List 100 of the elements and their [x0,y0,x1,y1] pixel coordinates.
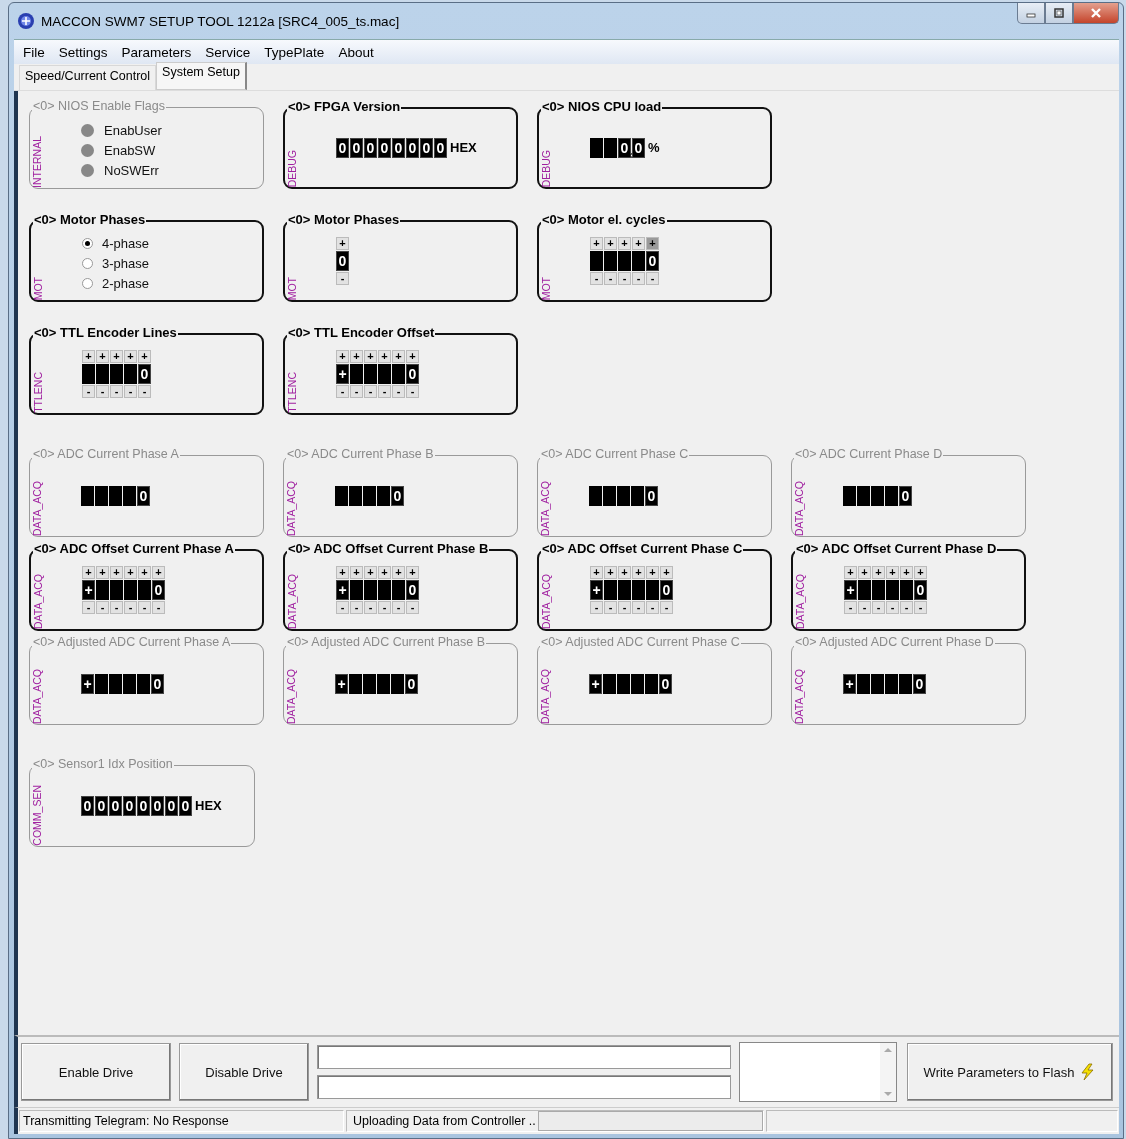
decrement-button[interactable]: - [82,385,95,398]
radio-label[interactable]: 4-phase [102,235,149,251]
increment-button[interactable]: + [336,566,349,579]
decrement-button[interactable]: - [364,601,377,614]
decrement-button[interactable]: - [336,272,349,285]
increment-button[interactable]: + [604,566,617,579]
decrement-button[interactable]: - [844,601,857,614]
radio-button[interactable] [82,277,93,289]
drive-button[interactable]: Enable Drive [21,1043,171,1101]
decrement-button[interactable]: - [406,601,419,614]
increment-button[interactable]: + [124,350,137,363]
increment-button[interactable]: + [604,237,617,250]
increment-button[interactable]: + [618,237,631,250]
decrement-button[interactable]: - [96,385,109,398]
menu-item[interactable]: Parameters [121,44,192,60]
decrement-button[interactable]: - [138,601,151,614]
list-box[interactable] [739,1042,897,1102]
decrement-button[interactable]: - [350,385,363,398]
text-field[interactable] [317,1075,731,1099]
increment-button[interactable]: + [82,566,95,579]
decrement-button[interactable]: - [590,272,603,285]
decrement-button[interactable]: - [124,385,137,398]
decrement-button[interactable]: - [914,601,927,614]
decrement-button[interactable]: - [886,601,899,614]
decrement-button[interactable]: - [124,601,137,614]
menu-item[interactable]: File [23,44,45,60]
increment-button[interactable]: + [590,566,603,579]
decrement-button[interactable]: - [618,601,631,614]
increment-button[interactable]: + [96,350,109,363]
decrement-button[interactable]: - [872,601,885,614]
tab[interactable]: Speed/Current Control [19,65,157,90]
increment-button[interactable]: + [858,566,871,579]
increment-button[interactable]: + [124,566,137,579]
decrement-button[interactable]: - [378,601,391,614]
increment-button[interactable]: + [392,566,405,579]
menu-item[interactable]: Settings [58,44,108,60]
increment-button[interactable]: + [138,566,151,579]
increment-button[interactable]: + [378,566,391,579]
decrement-button[interactable]: - [82,601,95,614]
increment-button[interactable]: + [632,566,645,579]
decrement-button[interactable]: - [660,601,673,614]
decrement-button[interactable]: - [618,272,631,285]
decrement-button[interactable]: - [364,385,377,398]
decrement-button[interactable]: - [110,601,123,614]
decrement-button[interactable]: - [604,272,617,285]
increment-button[interactable]: + [110,350,123,363]
decrement-button[interactable]: - [646,601,659,614]
radio-label[interactable]: 2-phase [102,275,149,291]
increment-button[interactable]: + [632,237,645,250]
decrement-button[interactable]: - [152,601,165,614]
scrollbar[interactable] [880,1043,896,1101]
text-field[interactable] [317,1045,731,1069]
increment-button[interactable]: + [618,566,631,579]
increment-button[interactable]: + [590,237,603,250]
increment-button[interactable]: + [660,566,673,579]
close-button[interactable] [1073,3,1119,24]
decrement-button[interactable]: - [632,272,645,285]
increment-button[interactable]: + [364,566,377,579]
decrement-button[interactable]: - [858,601,871,614]
increment-button[interactable]: + [914,566,927,579]
minimize-button[interactable] [1017,3,1045,24]
radio-button[interactable] [82,257,93,269]
maximize-button[interactable] [1045,3,1073,24]
decrement-button[interactable]: - [590,601,603,614]
flash-button[interactable]: Write Parameters to Flash [907,1043,1113,1101]
decrement-button[interactable]: - [138,385,151,398]
decrement-button[interactable]: - [378,385,391,398]
increment-button[interactable]: + [844,566,857,579]
decrement-button[interactable]: - [392,385,405,398]
increment-button[interactable]: + [646,237,659,250]
menu-item[interactable]: About [338,44,374,60]
radio-label[interactable]: 3-phase [102,255,149,271]
increment-button[interactable]: + [646,566,659,579]
increment-button[interactable]: + [336,350,349,363]
increment-button[interactable]: + [406,566,419,579]
increment-button[interactable]: + [392,350,405,363]
increment-button[interactable]: + [886,566,899,579]
increment-button[interactable]: + [364,350,377,363]
increment-button[interactable]: + [350,350,363,363]
decrement-button[interactable]: - [336,601,349,614]
increment-button[interactable]: + [82,350,95,363]
decrement-button[interactable]: - [646,272,659,285]
decrement-button[interactable]: - [350,601,363,614]
decrement-button[interactable]: - [110,385,123,398]
increment-button[interactable]: + [110,566,123,579]
decrement-button[interactable]: - [392,601,405,614]
decrement-button[interactable]: - [406,385,419,398]
decrement-button[interactable]: - [632,601,645,614]
increment-button[interactable]: + [378,350,391,363]
decrement-button[interactable]: - [336,385,349,398]
increment-button[interactable]: + [96,566,109,579]
menu-item[interactable]: Service [205,44,251,60]
decrement-button[interactable]: - [604,601,617,614]
increment-button[interactable]: + [336,237,349,250]
drive-button[interactable]: Disable Drive [179,1043,309,1101]
decrement-button[interactable]: - [96,601,109,614]
increment-button[interactable]: + [900,566,913,579]
decrement-button[interactable]: - [900,601,913,614]
increment-button[interactable]: + [152,566,165,579]
radio-button[interactable] [82,237,93,249]
